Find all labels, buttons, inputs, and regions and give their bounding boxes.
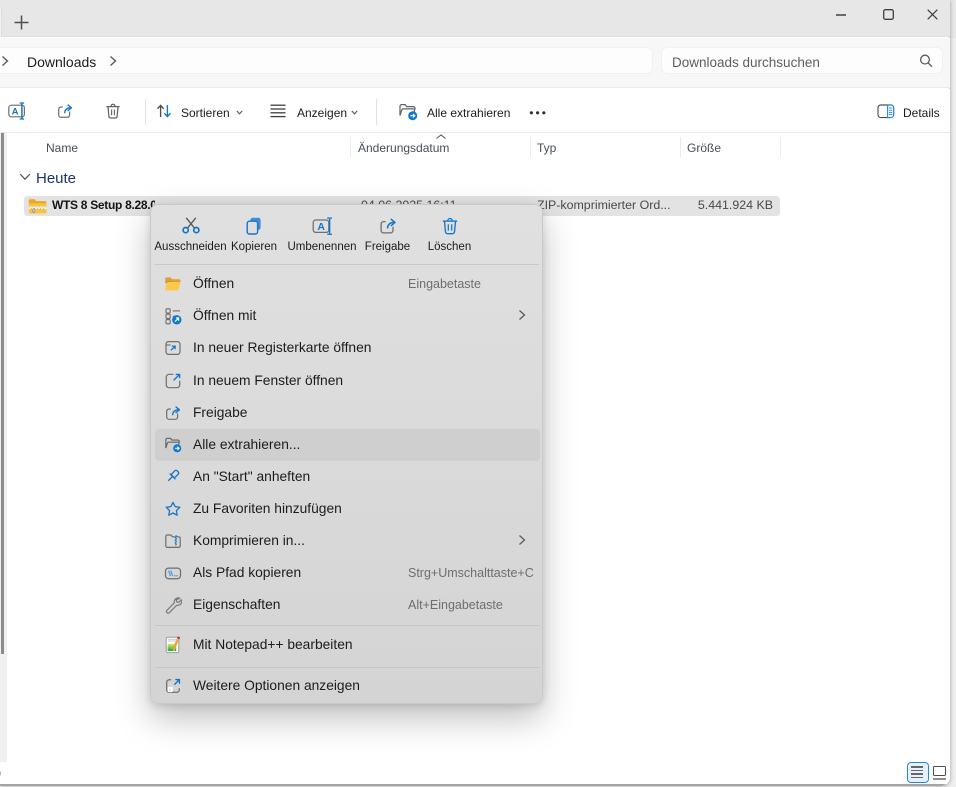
svg-text:A: A [12,106,19,117]
svg-text:A: A [317,221,325,233]
